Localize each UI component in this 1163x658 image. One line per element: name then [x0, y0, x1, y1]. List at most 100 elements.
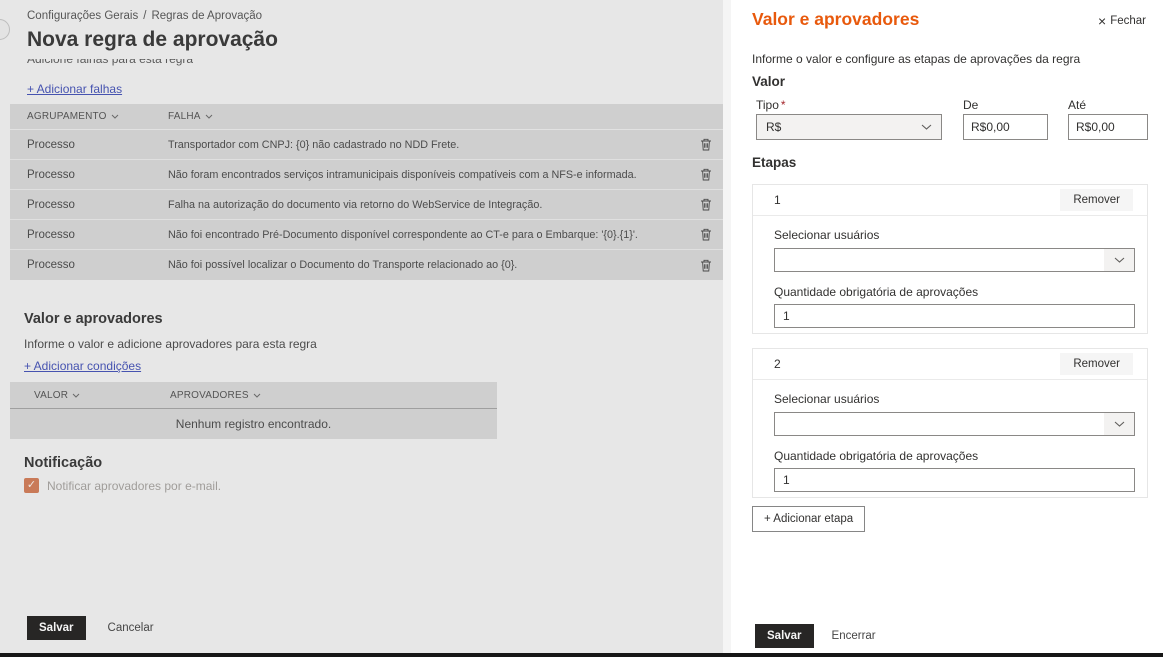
etapa-card: 2 Remover Selecionar usuários Quantidade ob… [752, 348, 1148, 498]
trash-icon [700, 168, 712, 181]
notificacao-checkbox-row: ✓ Notificar aprovadores por e-mail. [24, 478, 221, 493]
encerrar-button[interactable]: Encerrar [832, 630, 876, 642]
column-header-falha[interactable]: FALHA [168, 111, 723, 122]
notify-checkbox[interactable]: ✓ [24, 478, 39, 493]
falhas-table-header: AGRUPAMENTO FALHA [10, 104, 723, 130]
etapa-number: 2 [774, 357, 781, 371]
chevron-down-icon [1104, 413, 1134, 435]
remover-etapa-button[interactable]: Remover [1060, 189, 1133, 211]
falha-agrupamento-cell: Processo [10, 169, 168, 181]
panel-save-button[interactable]: Salvar [755, 624, 814, 648]
chevron-down-icon [1104, 249, 1134, 271]
etapa-number: 1 [774, 193, 781, 207]
trash-icon [700, 259, 712, 272]
quantidade-label: Quantidade obrigatória de aprovações [774, 285, 1136, 299]
selecionar-usuarios-label: Selecionar usuários [774, 228, 1136, 242]
quantidade-input[interactable] [774, 468, 1135, 492]
notificacao-title: Notificação [24, 455, 102, 471]
breadcrumb-item-regras[interactable]: Regras de Aprovação [151, 10, 262, 22]
falha-table-row: ProcessoFalha na autorização do document… [10, 190, 723, 220]
required-asterisk: * [781, 98, 786, 112]
quantidade-label: Quantidade obrigatória de aprovações [774, 449, 1136, 463]
notify-checkbox-label: Notificar aprovadores por e-mail. [47, 479, 221, 493]
chevron-down-icon [72, 393, 80, 398]
app-window: Configurações Gerais / Regras de Aprovação… [0, 0, 1163, 658]
main-content-area: Configurações Gerais / Regras de Aprovação… [0, 0, 723, 654]
delete-falha-button[interactable] [689, 198, 723, 211]
falha-table-row: ProcessoNão foi encontrado Pré-Documento… [10, 220, 723, 250]
close-panel-button[interactable]: × Fechar [1098, 15, 1146, 27]
valor-aprovadores-panel: Valor e aprovadores × Fechar Informe o v… [731, 0, 1163, 654]
breadcrumb-separator: / [143, 10, 146, 22]
edge-widget [0, 19, 10, 40]
chevron-down-icon [111, 114, 119, 119]
falha-agrupamento-cell: Processo [10, 139, 168, 151]
falha-table-row: ProcessoNão foi possível localizar o Doc… [10, 250, 723, 280]
save-button[interactable]: Salvar [27, 616, 86, 640]
delete-falha-button[interactable] [689, 228, 723, 241]
ate-input[interactable] [1068, 114, 1148, 140]
panel-title: Valor e aprovadores [752, 9, 919, 30]
delete-falha-button[interactable] [689, 138, 723, 151]
falha-agrupamento-cell: Processo [10, 229, 168, 241]
quantidade-input[interactable] [774, 304, 1135, 328]
adicionar-condicoes-link[interactable]: + Adicionar condições [24, 359, 141, 373]
clipped-subtitle: Adicione falhas para esta regra [27, 59, 193, 68]
chevron-down-icon [205, 114, 213, 119]
valor-table-header: VALOR APROVADORES [10, 382, 497, 409]
delete-falha-button[interactable] [689, 259, 723, 272]
falha-description-cell: Não foi possível localizar o Documento d… [168, 259, 689, 271]
breadcrumb: Configurações Gerais / Regras de Aprovação [27, 10, 262, 22]
empty-table-message: Nenhum registro encontrado. [10, 409, 497, 439]
adicionar-falhas-link[interactable]: + Adicionar falhas [27, 82, 122, 96]
falhas-table: AGRUPAMENTO FALHA ProcessoTransportador … [10, 104, 723, 280]
falha-description-cell: Transportador com CNPJ: {0} não cadastra… [168, 139, 689, 151]
etapa-card-header: 2 Remover [753, 349, 1147, 380]
panel-footer: Salvar Encerrar [755, 624, 876, 648]
falha-table-row: ProcessoTransportador com CNPJ: {0} não … [10, 130, 723, 160]
steps-container: 1 Remover Selecionar usuários Quantidade ob… [752, 184, 1148, 512]
tipo-dropdown[interactable]: R$ [756, 114, 942, 140]
falha-table-row: ProcessoNão foram encontrados serviços i… [10, 160, 723, 190]
etapa-card-header: 1 Remover [753, 185, 1147, 216]
falha-description-cell: Não foi encontrado Pré-Documento disponí… [168, 229, 689, 241]
etapa-card-body: Selecionar usuários Quantidade obrigatóri… [753, 380, 1147, 492]
falha-description-cell: Não foram encontrados serviços intramuni… [168, 169, 689, 181]
selecionar-usuarios-label: Selecionar usuários [774, 392, 1136, 406]
adicionar-etapa-button[interactable]: + Adicionar etapa [752, 506, 865, 532]
cancel-button[interactable]: Cancelar [108, 622, 154, 634]
falha-agrupamento-cell: Processo [10, 199, 168, 211]
main-footer: Salvar Cancelar [27, 616, 154, 640]
trash-icon [700, 198, 712, 211]
etapas-heading: Etapas [752, 155, 796, 170]
column-header-agrupamento[interactable]: AGRUPAMENTO [10, 111, 168, 122]
falha-description-cell: Falha na autorização do documento via re… [168, 199, 689, 211]
breadcrumb-item-configuracoes[interactable]: Configurações Gerais [27, 10, 138, 22]
etapa-card-body: Selecionar usuários Quantidade obrigatóri… [753, 216, 1147, 328]
trash-icon [700, 228, 712, 241]
scrollbar-track[interactable] [723, 0, 731, 654]
close-icon: × [1098, 16, 1106, 27]
bottom-bar [0, 653, 1163, 657]
page-title: Nova regra de aprovação [27, 28, 278, 52]
etapa-card: 1 Remover Selecionar usuários Quantidade ob… [752, 184, 1148, 334]
ate-label: Até [1068, 98, 1086, 112]
delete-falha-button[interactable] [689, 168, 723, 181]
falhas-table-body: ProcessoTransportador com CNPJ: {0} não … [10, 130, 723, 280]
selecionar-usuarios-dropdown[interactable] [774, 412, 1135, 436]
selecionar-usuarios-dropdown[interactable] [774, 248, 1135, 272]
de-input[interactable] [963, 114, 1048, 140]
trash-icon [700, 138, 712, 151]
column-header-valor[interactable]: VALOR [10, 390, 170, 401]
falha-agrupamento-cell: Processo [10, 259, 168, 271]
chevron-down-icon [253, 393, 261, 398]
panel-description: Informe o valor e configure as etapas de… [752, 52, 1080, 66]
tipo-label: Tipo* [756, 98, 786, 112]
valor-table: VALOR APROVADORES Nenhum registro encont… [10, 382, 497, 439]
valor-section-title: Valor e aprovadores [24, 311, 163, 327]
de-label: De [963, 98, 978, 112]
chevron-down-icon [921, 124, 932, 130]
column-header-aprovadores[interactable]: APROVADORES [170, 390, 497, 401]
valor-section-description: Informe o valor e adicione aprovadores p… [24, 337, 317, 351]
remover-etapa-button[interactable]: Remover [1060, 353, 1133, 375]
